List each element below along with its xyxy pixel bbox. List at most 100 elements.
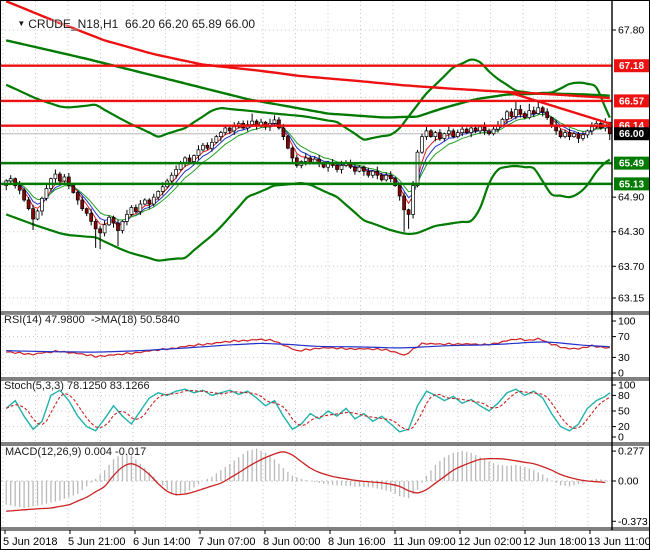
candle-body — [218, 132, 223, 137]
candle-body — [210, 142, 214, 149]
rsi-axis-label: 70 — [618, 331, 630, 343]
time-axis-label: 8 Jun 16:00 — [328, 536, 386, 548]
candle-body — [518, 109, 523, 114]
price-badge-label: 67.18 — [619, 61, 644, 72]
candle-body — [406, 209, 411, 215]
candle-body — [35, 210, 40, 220]
time-axis-label: 13 Jun 11:00 — [588, 536, 650, 548]
candle-body — [487, 130, 491, 135]
candle-body — [129, 207, 134, 215]
price-badge-label: 66.00 — [619, 129, 644, 140]
candle-body — [227, 127, 232, 132]
candle-body — [138, 203, 143, 212]
price-axis-label: 64.30 — [618, 226, 644, 238]
time-axis-label: 5 Jun 2018 — [3, 536, 57, 548]
chart-title: ▼ CRUDE_N18,H1 66.20 66.20 65.89 66.00 — [4, 3, 255, 45]
price-axis-label: 67.80 — [618, 25, 644, 37]
candle-body — [71, 185, 76, 193]
candle-body — [384, 174, 389, 181]
time-axis-label: 7 Jun 07:00 — [198, 536, 256, 548]
candle-body — [375, 170, 380, 176]
rsi-axis-label: 100 — [618, 316, 636, 328]
candle-body — [469, 127, 474, 133]
candle-body — [500, 118, 505, 126]
chart-background — [1, 1, 649, 549]
candle-body — [567, 132, 572, 137]
candle-body — [505, 111, 509, 120]
macd-axis-label: -0.373 — [618, 516, 648, 528]
candle-body — [80, 199, 85, 210]
candle-body — [196, 149, 201, 156]
candle-body — [527, 110, 532, 118]
candle-body — [169, 174, 174, 182]
candle-body — [339, 165, 344, 170]
candle-body — [75, 192, 80, 201]
candle-body — [581, 134, 585, 139]
candle-body — [558, 130, 563, 137]
candle-body — [576, 133, 581, 139]
candle-body — [303, 157, 308, 162]
candle-body — [362, 166, 366, 172]
candle-body — [549, 117, 554, 126]
price-axis-label: 63.70 — [618, 261, 644, 273]
stoch-axis-label: 50 — [618, 406, 630, 418]
price-badge-label: 65.49 — [619, 159, 644, 170]
candle-body — [590, 126, 594, 132]
candle-body — [473, 127, 478, 132]
candle-body — [353, 166, 357, 172]
candle-body — [26, 199, 31, 210]
candle-body — [536, 107, 541, 114]
candle-body — [250, 120, 254, 125]
candle-body — [522, 113, 527, 118]
candle-body — [442, 133, 447, 139]
candle-body — [174, 169, 178, 176]
candle-body — [58, 173, 62, 182]
candle-body — [111, 216, 116, 224]
candle-body — [232, 126, 237, 132]
candle-body — [290, 147, 295, 159]
time-axis-label: 6 Jun 14:00 — [133, 536, 191, 548]
candle-body — [438, 132, 442, 139]
candle-body — [433, 132, 438, 137]
candle-body — [446, 130, 451, 135]
time-axis-label: 5 Jun 21:00 — [68, 536, 126, 548]
candle-body — [455, 132, 460, 137]
candle-body — [40, 197, 44, 212]
candle-body — [160, 186, 165, 192]
price-badge-label: 65.13 — [619, 179, 644, 190]
candle-body — [411, 185, 415, 215]
candle-body — [98, 228, 102, 234]
candle-body — [563, 132, 567, 137]
candle-body — [84, 208, 89, 214]
candle-body — [223, 127, 228, 133]
rsi-axis-label: 0 — [618, 368, 624, 380]
time-axis-label: 8 Jun 00:00 — [263, 536, 321, 548]
price-chart-canvas[interactable]: 67.8064.9064.3063.7063.1567.1866.5766.14… — [1, 1, 650, 550]
candle-body — [44, 188, 49, 199]
price-badge-label: 66.57 — [619, 96, 644, 107]
candle-body — [366, 170, 371, 176]
candle-body — [156, 191, 161, 198]
time-axis-label: 12 Jun 18:00 — [523, 536, 587, 548]
candle-body — [107, 216, 111, 226]
candle-body — [142, 199, 147, 205]
candle-body — [429, 130, 433, 137]
candle-body — [482, 126, 487, 132]
candle-body — [491, 128, 496, 135]
candle-body — [424, 130, 429, 137]
candle-body — [53, 173, 58, 180]
chart-ohlc-values: 66.20 66.20 65.89 66.00 — [124, 17, 256, 31]
candle-body — [93, 220, 98, 230]
candle-body — [402, 195, 406, 211]
symbol-marker-icon: ▼ — [17, 19, 26, 28]
stoch-axis-label: 0 — [618, 432, 624, 444]
candle-body — [22, 189, 26, 201]
price-axis-label: 64.90 — [618, 192, 644, 204]
candle-body — [335, 165, 339, 170]
candle-body — [187, 157, 192, 162]
candle-body — [62, 176, 67, 182]
trading-chart-window: 67.80 64.90 64.30 63.70 63.15 67.18 66.57 66.14… — [0, 0, 650, 550]
candle-body — [201, 144, 205, 151]
chart-symbol-label: CRUDE_N18,H1 — [28, 17, 119, 31]
candle-body — [370, 170, 375, 176]
